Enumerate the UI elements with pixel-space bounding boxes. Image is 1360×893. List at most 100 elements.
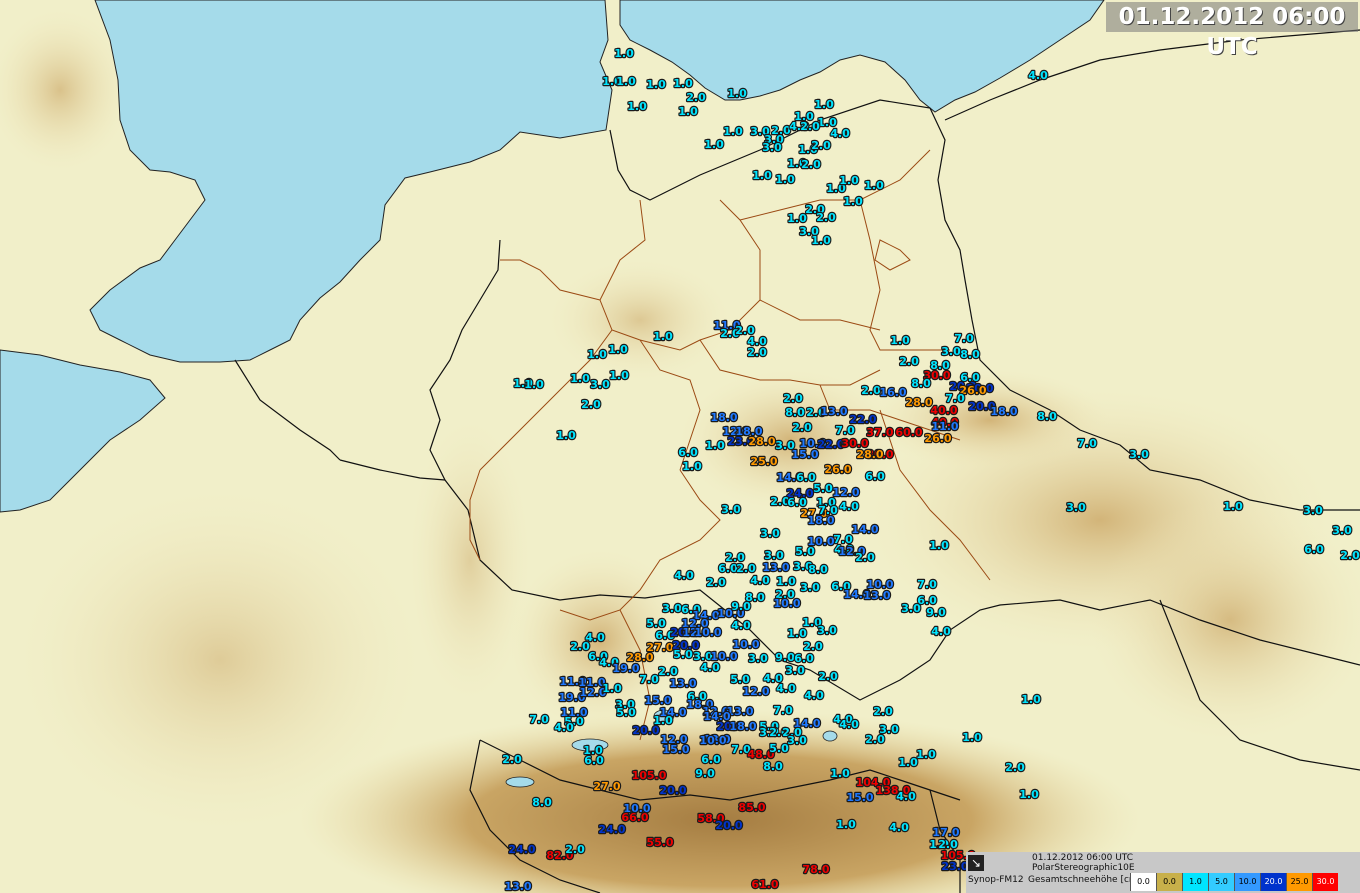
station-snow-depth: 2.0 — [565, 843, 585, 856]
station-snow-depth: 13.0 — [820, 405, 847, 418]
station-snow-depth: 13.0 — [762, 561, 789, 574]
station-snow-depth: 2.0 — [873, 705, 893, 718]
station-snow-depth: 3.0 — [760, 527, 780, 540]
station-snow-depth: 20.0 — [659, 784, 686, 797]
station-snow-depth: 10.0 — [699, 734, 726, 747]
weather-map[interactable]: 1.0 1.0 1.0 1.0 1.0 2.0 1.0 1.0 1.0 1.0 1.0 1.0 3.0 1… — [0, 0, 1360, 893]
station-snow-depth: 1.0 — [1223, 500, 1243, 513]
station-snow-depth: 2.0 — [706, 576, 726, 589]
legend-cell: 10.0 — [1234, 873, 1260, 891]
station-snow-depth: 1.0 — [836, 818, 856, 831]
station-snow-depth: 2.0 — [570, 640, 590, 653]
station-snow-depth: 4.0 — [776, 682, 796, 695]
station-snow-depth: 8.0 — [763, 760, 783, 773]
station-snow-depth: 5.0 — [673, 648, 693, 661]
station-snow-depth: 1.0 — [830, 767, 850, 780]
station-snow-depth: 1.0 — [916, 748, 936, 761]
legend-cell: 0.0 — [1130, 873, 1156, 891]
station-snow-depth: 7.0 — [917, 578, 937, 591]
legend-cell: 1.0 — [1182, 873, 1208, 891]
station-snow-depth: 18.0 — [807, 514, 834, 527]
station-snow-depth: 2.0 — [801, 158, 821, 171]
station-snow-depth: 2.0 — [816, 211, 836, 224]
station-snow-depth: 3.0 — [662, 602, 682, 615]
station-snow-depth: 1.0 — [811, 234, 831, 247]
station-snow-depth: 1.0 — [839, 174, 859, 187]
station-snow-depth: 6.0 — [701, 753, 721, 766]
station-snow-depth: 1.0 — [787, 212, 807, 225]
station-snow-depth: 1.0 — [843, 195, 863, 208]
station-snow-depth: 1.0 — [614, 47, 634, 60]
station-snow-depth: 2.0 — [1340, 549, 1360, 562]
station-snow-depth: 1.0 — [570, 372, 590, 385]
station-snow-depth: 1.0 — [1019, 788, 1039, 801]
station-snow-depth: 14.0 — [851, 523, 878, 536]
station-snow-depth: 4.0 — [750, 574, 770, 587]
station-snow-depth: 1.0 — [814, 98, 834, 111]
station-snow-depth: 3.0 — [787, 734, 807, 747]
station-snow-depth: 1.0 — [524, 378, 544, 391]
station-snow-depth: 16.0 — [879, 386, 906, 399]
station-snow-depth: 7.0 — [954, 332, 974, 345]
station-snow-depth: 7.0 — [529, 713, 549, 726]
station-snow-depth: 8.0 — [808, 563, 828, 576]
station-snow-depth: 1.0 — [704, 138, 724, 151]
station-snow-depth: 24.0 — [508, 843, 535, 856]
station-snow-depth: 25.0 — [750, 455, 777, 468]
station-snow-depth: 3.0 — [1066, 501, 1086, 514]
station-snow-depth: 5.0 — [813, 482, 833, 495]
station-snow-depth: 28.0 — [905, 396, 932, 409]
station-snow-depth: 13.0 — [669, 677, 696, 690]
station-snow-depth: 2.0 — [811, 139, 831, 152]
station-snow-depth: 15.0 — [662, 743, 689, 756]
station-snow-depth: 6.0 — [718, 562, 738, 575]
station-snow-depth: 4.0 — [554, 721, 574, 734]
station-snow-depth: 27.0 — [593, 780, 620, 793]
station-snow-depth: 3.0 — [1332, 524, 1352, 537]
station-snow-depth: 20.0 — [715, 819, 742, 832]
footer-time: 01.12.2012 06:00 UTC — [1032, 853, 1134, 863]
arrow-icon[interactable]: ↘ — [968, 855, 984, 871]
station-snow-depth: 6.0 — [584, 754, 604, 767]
station-snow-depth: 10.0 — [773, 597, 800, 610]
station-snow-depth: 23.0 — [941, 860, 968, 873]
station-snow-depth: 2.0 — [800, 120, 820, 133]
station-snow-depth: 61.0 — [751, 878, 778, 891]
station-snow-depth: 85.0 — [738, 801, 765, 814]
station-snow-depth: 8.0 — [911, 377, 931, 390]
station-snow-depth: 18.0 — [710, 411, 737, 424]
station-snow-depth: 1.0 — [890, 334, 910, 347]
station-snow-depth: 1.0 — [775, 173, 795, 186]
station-snow-depth: 3.0 — [785, 664, 805, 677]
station-snow-depth: 2.0 — [502, 753, 522, 766]
station-snow-depth: 13.0 — [504, 880, 531, 893]
legend-cell: 30.0 — [1312, 873, 1338, 891]
station-snow-depth: 26.0 — [924, 432, 951, 445]
station-snow-depth: 4.0 — [889, 821, 909, 834]
station-snow-depth: 1.0 — [556, 429, 576, 442]
station-snow-depth: 10.0 — [694, 626, 721, 639]
station-snow-depth: 4.0 — [931, 625, 951, 638]
station-snow-depth: 78.0 — [802, 863, 829, 876]
station-snow-depth: 4.0 — [1028, 69, 1048, 82]
station-snow-depth: 1.0 — [727, 87, 747, 100]
station-snow-depth: 4.0 — [830, 127, 850, 140]
station-snow-depth: 1.0 — [776, 575, 796, 588]
station-snow-depth: 2.0 — [865, 733, 885, 746]
station-snow-depth: 3.0 — [1303, 504, 1323, 517]
station-snow-depth: 2.0 — [803, 640, 823, 653]
legend-cell: 5.0 — [1208, 873, 1234, 891]
map-timestamp: 01.12.2012 06:00 UTC — [1106, 2, 1358, 60]
legend-cell: 20.0 — [1260, 873, 1286, 891]
station-snow-depth: 1.0 — [616, 75, 636, 88]
station-snow-depth: 1.0 — [587, 348, 607, 361]
station-snow-depth: 1.0 — [608, 343, 628, 356]
footer-product: Synop-FM12 — [968, 875, 1024, 885]
station-snow-depth: 24.0 — [598, 823, 625, 836]
station-snow-depth: 3.0 — [762, 141, 782, 154]
station-snow-depth: 20.0 — [632, 724, 659, 737]
station-snow-depth: 13.0 — [863, 589, 890, 602]
station-snow-depth: 1.0 — [646, 78, 666, 91]
station-snow-depth: 8.0 — [960, 348, 980, 361]
station-snow-depth: 6.0 — [865, 470, 885, 483]
